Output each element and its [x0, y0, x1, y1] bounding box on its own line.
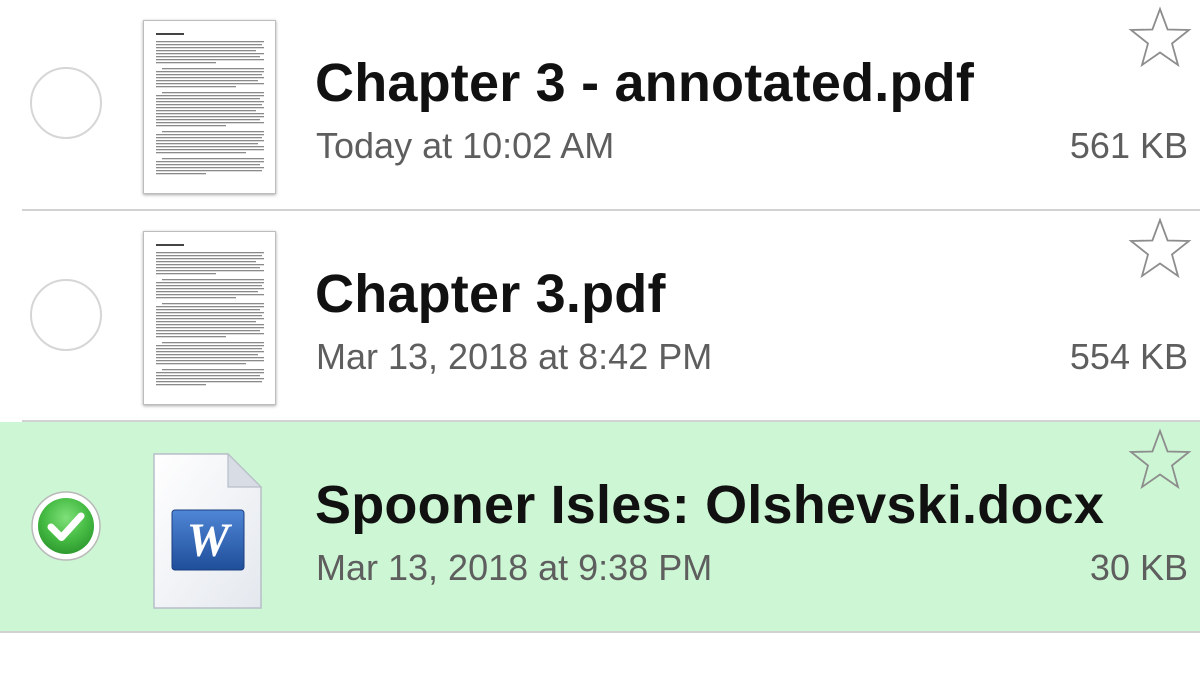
- pdf-text-lines: [156, 244, 264, 386]
- file-name: Chapter 3 - annotated.pdf: [315, 53, 975, 113]
- file-modified-date: Mar 13, 2018 at 9:38 PM: [316, 547, 713, 588]
- svg-text:W: W: [187, 514, 233, 567]
- pdf-page-thumbnail: [143, 231, 276, 405]
- file-row[interactable]: Chapter 3 - annotated.pdf Today at 10:02…: [0, 0, 1200, 211]
- file-name: Chapter 3.pdf: [315, 264, 666, 324]
- pdf-text-lines: [156, 33, 264, 175]
- selection-circle-icon[interactable]: [30, 279, 102, 351]
- row-divider: [0, 631, 1200, 633]
- file-size: 30 KB: [1089, 547, 1188, 588]
- file-row-selected[interactable]: W Spooner Isles: Olshevski.docx Mar 13, …: [0, 422, 1200, 633]
- pdf-page-thumbnail: [143, 20, 276, 194]
- star-outline-icon[interactable]: [1128, 6, 1192, 68]
- selection-circle-icon[interactable]: [30, 67, 102, 139]
- star-outline-icon[interactable]: [1128, 217, 1192, 279]
- file-modified-date: Today at 10:02 AM: [316, 125, 615, 166]
- checkmark-circle-icon[interactable]: [30, 490, 102, 562]
- file-row[interactable]: Chapter 3.pdf Mar 13, 2018 at 8:42 PM 55…: [0, 211, 1200, 422]
- file-list: Chapter 3 - annotated.pdf Today at 10:02…: [0, 0, 1200, 675]
- file-size: 554 KB: [1069, 336, 1188, 377]
- file-name: Spooner Isles: Olshevski.docx: [315, 475, 1105, 535]
- star-outline-icon[interactable]: [1128, 428, 1192, 490]
- word-document-icon: W: [153, 452, 263, 609]
- file-size: 561 KB: [1069, 125, 1188, 166]
- file-modified-date: Mar 13, 2018 at 8:42 PM: [316, 336, 713, 377]
